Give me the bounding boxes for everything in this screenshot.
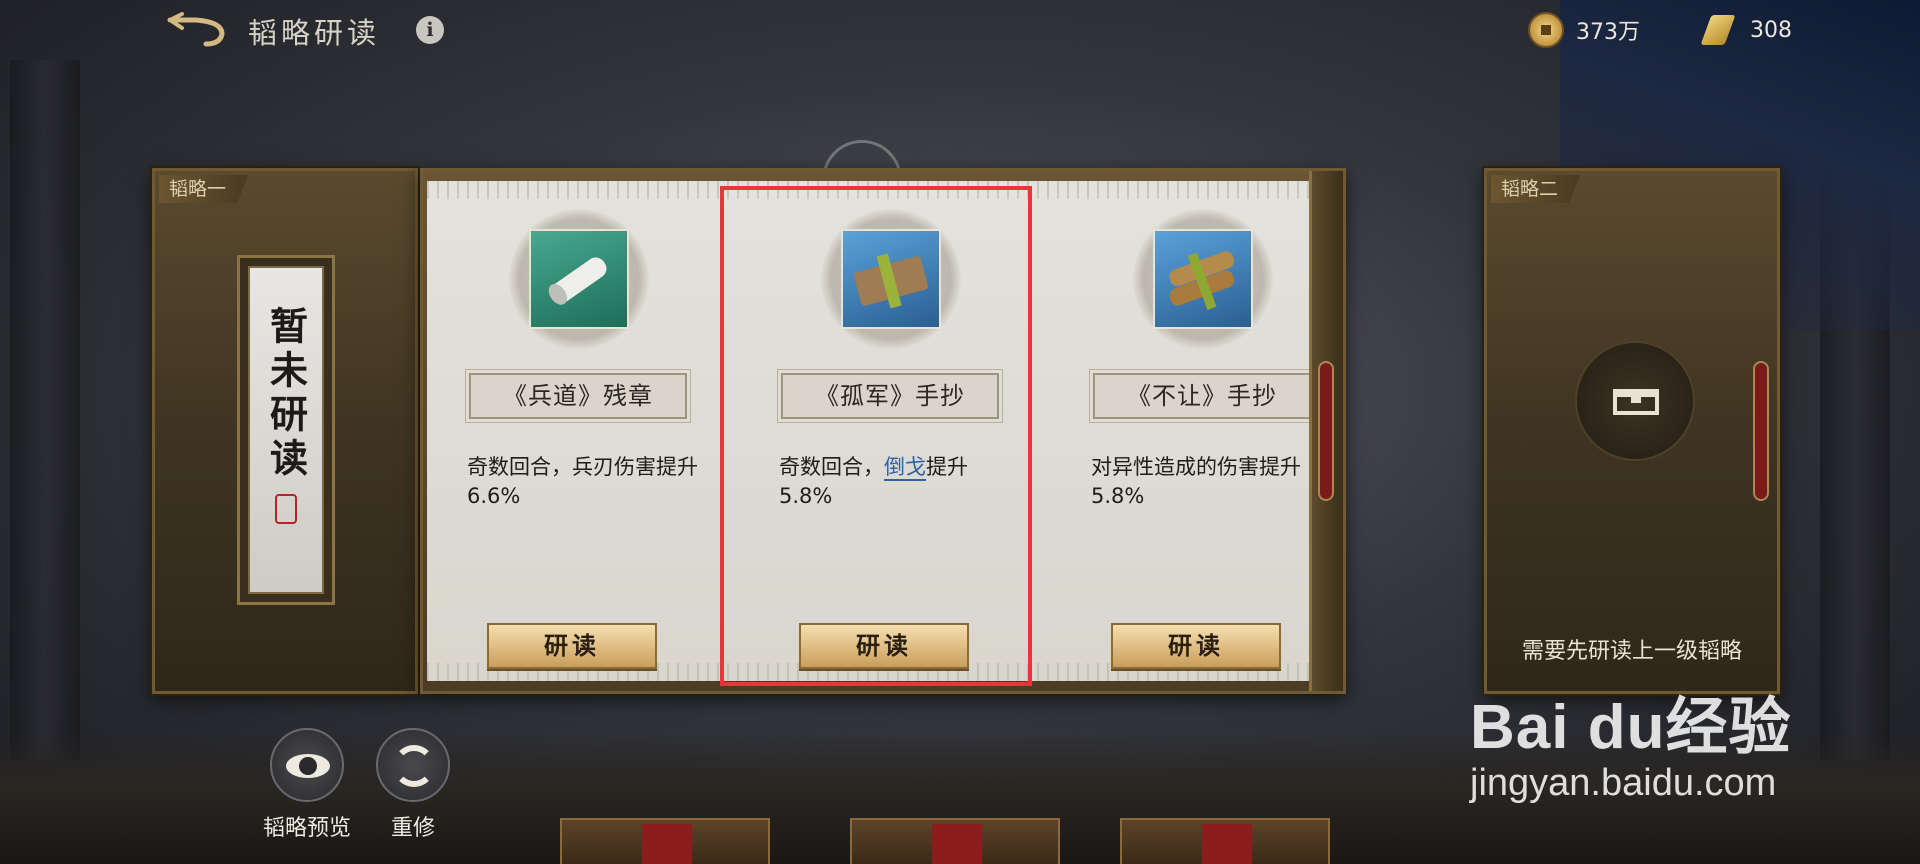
scroll-roll-icon bbox=[529, 229, 629, 329]
watermark: Bai du经验 jingyan.baidu.com bbox=[1470, 676, 1791, 805]
seal-icon bbox=[275, 494, 297, 524]
back-arrow-icon bbox=[167, 12, 225, 47]
card-1-name: 《兵道》残章 bbox=[465, 369, 691, 423]
card-3-name: 《不让》手抄 bbox=[1089, 369, 1315, 423]
card-3-desc: 对异性造成的伤害提升5.8% bbox=[1091, 455, 1301, 508]
preview-button[interactable]: 韬略预览 bbox=[263, 728, 351, 841]
slot-one-panel: 韬略一 暂未研读 bbox=[152, 168, 418, 694]
back-button[interactable] bbox=[166, 12, 228, 48]
locked-note: 需要先研读上一级韬略 bbox=[1521, 639, 1742, 664]
card-2-name: 《孤军》手抄 bbox=[777, 369, 1003, 423]
choices-panel: 《兵道》残章 奇数回合，兵刃伤害提升6.6% 研读 《孤军》手抄 奇数回合，倒戈… bbox=[420, 168, 1346, 694]
card-1-desc: 奇数回合，兵刃伤害提升6.6% bbox=[467, 455, 698, 508]
card-2-desc-before: 奇数回合， bbox=[779, 455, 884, 479]
header: 韬略研读 i 373万 308 bbox=[0, 0, 1920, 60]
locked-slot-icon bbox=[1613, 389, 1659, 415]
coin-icon bbox=[1528, 12, 1564, 48]
slot-one-tag: 韬略一 bbox=[159, 175, 249, 203]
card-2-desc: 奇数回合，倒戈提升5.8% bbox=[779, 453, 1019, 511]
reset-button[interactable]: 重修 bbox=[376, 728, 450, 841]
page-title: 韬略研读 bbox=[248, 16, 381, 50]
slot-two-panel: 韬略二 需要先研读上一级韬略 bbox=[1484, 168, 1780, 694]
reset-label: 重修 bbox=[390, 816, 436, 841]
status-plaque: 暂未研读 bbox=[237, 255, 335, 605]
currency-scrolls: 308 bbox=[1698, 10, 1792, 50]
panel-edge bbox=[1309, 171, 1343, 691]
choice-card-2[interactable]: 《孤军》手抄 奇数回合，倒戈提升5.8% 研读 bbox=[733, 191, 1045, 677]
panel-edge-knob bbox=[1753, 361, 1769, 501]
bamboo-bundle-icon bbox=[841, 229, 941, 329]
preview-label: 韬略预览 bbox=[262, 816, 352, 841]
scroll-icon bbox=[1698, 11, 1738, 49]
bamboo-scrolls-icon bbox=[1153, 229, 1253, 329]
slot-one-status: 暂未研读 bbox=[263, 306, 308, 482]
scroll-amount: 308 bbox=[1750, 17, 1792, 43]
eye-icon bbox=[286, 754, 330, 778]
study-button-1[interactable]: 研读 bbox=[487, 623, 657, 669]
coin-amount: 373万 bbox=[1576, 20, 1640, 45]
choice-card-1[interactable]: 《兵道》残章 奇数回合，兵刃伤害提升6.6% 研读 bbox=[421, 191, 733, 677]
study-button-3[interactable]: 研读 bbox=[1111, 623, 1281, 669]
watermark-url: jingyan.baidu.com bbox=[1470, 762, 1777, 804]
redo-icon bbox=[393, 745, 435, 787]
watermark-main: Bai du经验 bbox=[1470, 693, 1792, 762]
slot-two-tag: 韬略二 bbox=[1491, 175, 1581, 203]
keyword-link[interactable]: 倒戈 bbox=[884, 455, 926, 481]
locked-slot bbox=[1575, 341, 1695, 461]
currency-coins: 373万 bbox=[1528, 10, 1640, 50]
info-icon[interactable]: i bbox=[416, 16, 444, 44]
study-button-2[interactable]: 研读 bbox=[799, 623, 969, 669]
